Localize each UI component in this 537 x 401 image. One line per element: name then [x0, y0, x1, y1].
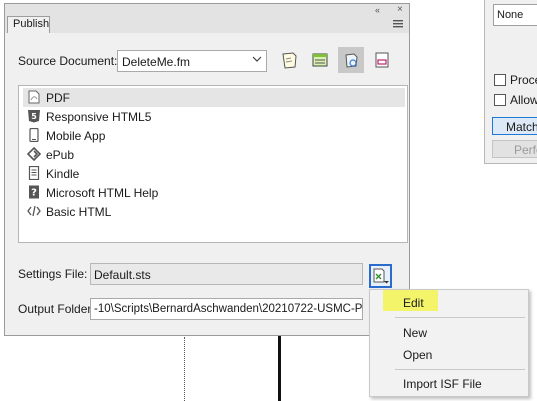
- publish-icon: [282, 52, 297, 69]
- list-item-label: Responsive HTML5: [46, 110, 152, 124]
- bg-checkbox-process-label: Proce: [510, 73, 537, 87]
- tab-publish[interactable]: Publish: [7, 16, 50, 33]
- list-item-label: Kindle: [46, 167, 80, 181]
- dotted-guide-line: [184, 337, 185, 401]
- list-item-kindle[interactable]: Kindle: [23, 164, 405, 183]
- list-item-label: PDF: [46, 91, 70, 105]
- pdf-icon: [28, 90, 40, 104]
- kindle-icon: [28, 166, 40, 180]
- source-document-select[interactable]: DeleteMe.fm: [117, 50, 267, 72]
- preview-icon: [375, 52, 389, 68]
- list-item-basic-html[interactable]: Basic HTML: [23, 202, 405, 221]
- list-item-label: Basic HTML: [46, 205, 112, 219]
- list-item-label: ePub: [46, 148, 75, 162]
- validate-icon: [345, 53, 358, 68]
- list-item-microsoft-html-help[interactable]: ? Microsoft HTML Help: [23, 183, 405, 202]
- menu-item-open[interactable]: Open: [403, 348, 432, 362]
- html5-icon: 5: [28, 110, 40, 123]
- settings-file-field[interactable]: Default.sts: [90, 263, 363, 285]
- list-item-epub[interactable]: ePub: [23, 145, 405, 164]
- validate-button[interactable]: [338, 47, 364, 73]
- mobile-icon: [29, 128, 39, 142]
- panel-menu-icon[interactable]: [393, 20, 403, 28]
- bg-perform-button[interactable]: Perfo: [492, 140, 537, 158]
- list-item-mobile-app[interactable]: Mobile App: [23, 126, 405, 145]
- close-icon[interactable]: ×: [397, 4, 403, 15]
- output-folder-label: Output Folder:: [18, 302, 95, 316]
- svg-text:5: 5: [31, 112, 37, 121]
- list-item-label: Mobile App: [46, 129, 106, 143]
- menu-item-edit[interactable]: Edit: [403, 296, 424, 310]
- output-folder-field[interactable]: -10\Scripts\BernardAschwanden\20210722-U…: [90, 298, 363, 320]
- list-item-pdf[interactable]: PDF: [23, 88, 405, 107]
- menu-separator: [395, 317, 525, 318]
- menu-separator: [395, 369, 525, 370]
- svg-text:?: ?: [31, 188, 37, 199]
- menu-item-new[interactable]: New: [403, 326, 427, 340]
- list-item-responsive-html5[interactable]: 5 Responsive HTML5: [23, 107, 405, 126]
- panel-tab-bar: [5, 4, 409, 33]
- bg-checkbox-process[interactable]: [494, 74, 506, 86]
- settings-file-label: Settings File:: [18, 267, 88, 281]
- vertical-divider: [278, 336, 281, 401]
- epub-icon: [27, 147, 41, 161]
- menu-item-import-isf-file[interactable]: Import ISF File: [403, 377, 482, 391]
- schedule-button[interactable]: [307, 47, 333, 73]
- bg-checkbox-allow[interactable]: [494, 94, 506, 106]
- collapse-icon[interactable]: «: [375, 5, 380, 15]
- bg-dropdown[interactable]: None: [493, 4, 537, 26]
- list-item-label: Microsoft HTML Help: [46, 186, 159, 200]
- publish-button[interactable]: [276, 47, 302, 73]
- output-format-list: PDF 5 Responsive HTML5 Mobile App ePub K…: [18, 85, 408, 243]
- chevron-down-icon: [252, 56, 262, 62]
- settings-file-icon: [373, 268, 389, 284]
- help-icon: ?: [29, 185, 39, 199]
- settings-menu-button[interactable]: [369, 264, 392, 288]
- preview-button[interactable]: [369, 47, 395, 73]
- code-icon: [27, 205, 41, 217]
- bg-match-button[interactable]: Match: [492, 117, 537, 135]
- source-document-label: Source Document:: [18, 54, 118, 68]
- bg-checkbox-allow-label: Allow: [510, 93, 537, 107]
- schedule-icon: [312, 53, 328, 67]
